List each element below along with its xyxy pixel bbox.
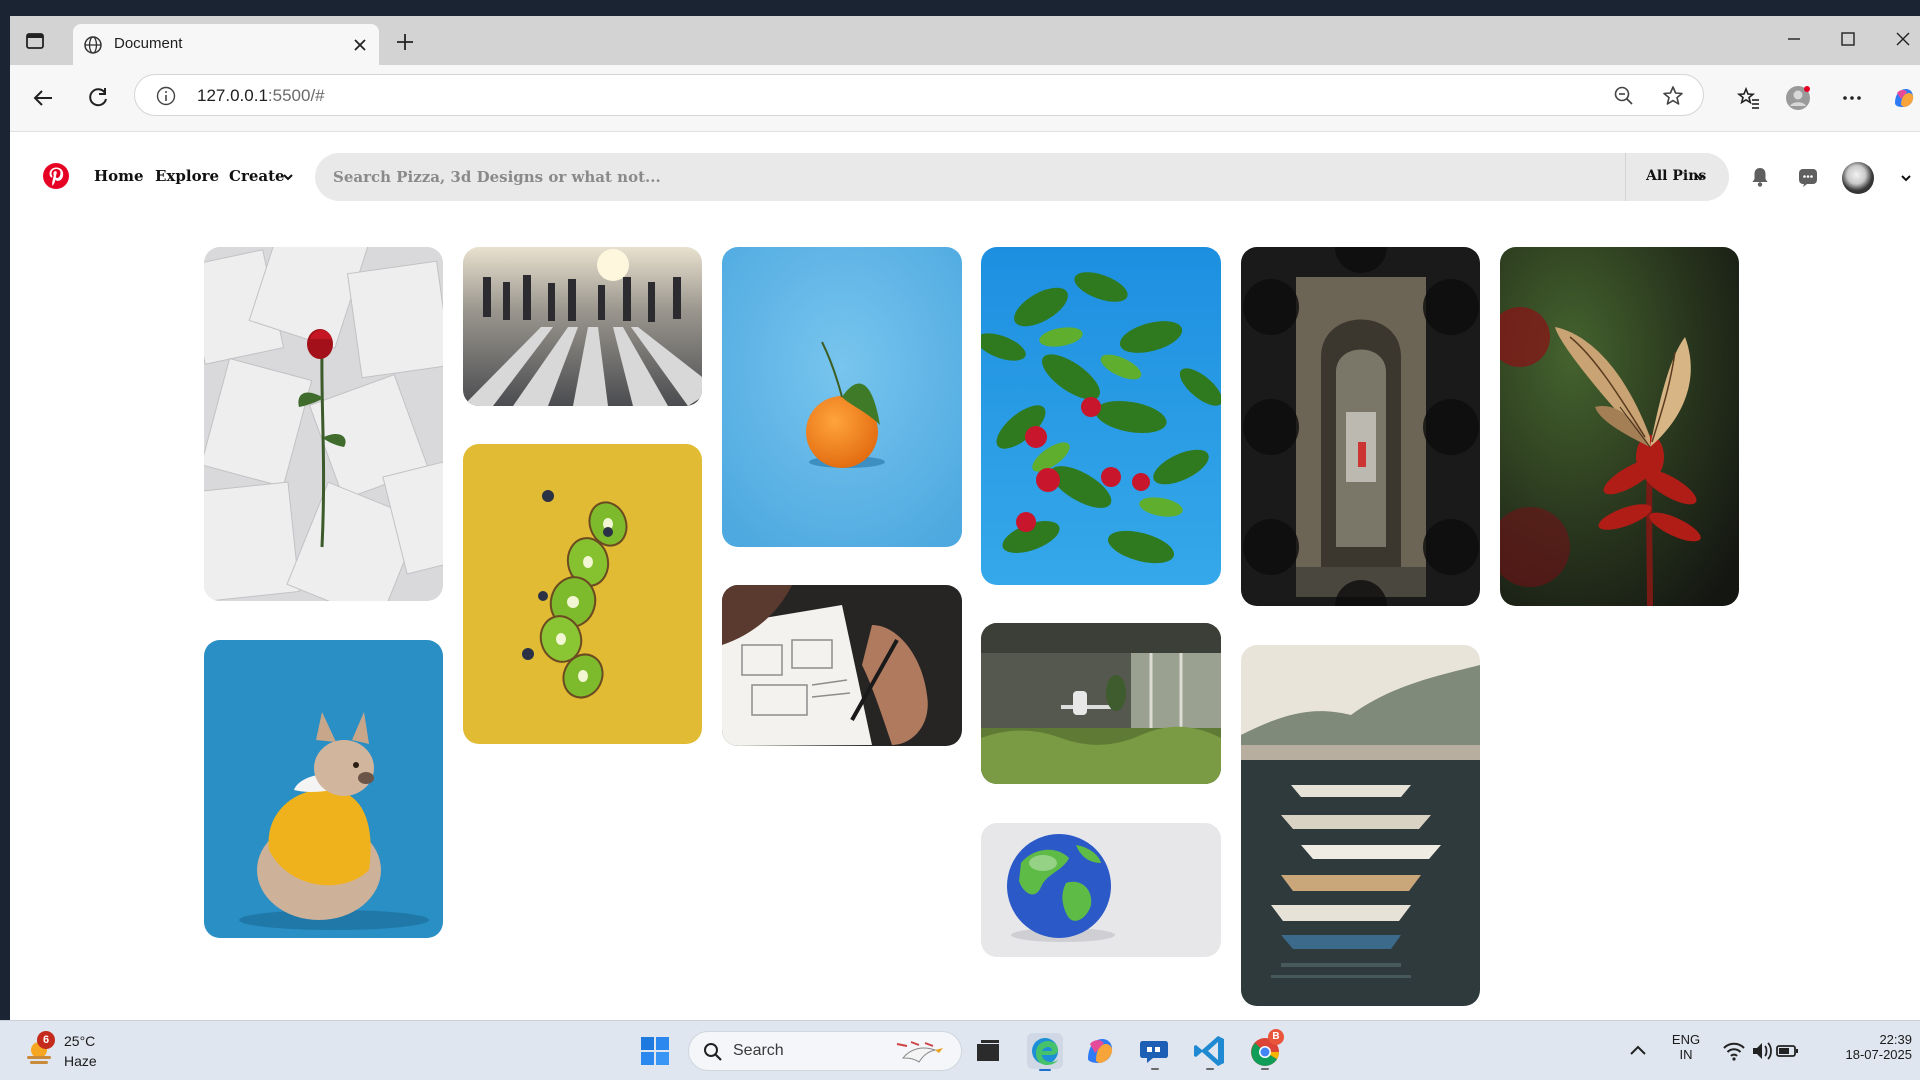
favorites-icon[interactable]: [1736, 85, 1762, 111]
globe-icon: [84, 36, 102, 54]
weather-temperature: 25°C: [64, 1033, 96, 1049]
nav-explore-link[interactable]: Explore: [155, 167, 219, 185]
maximize-icon[interactable]: [1837, 28, 1859, 50]
close-tab-icon[interactable]: [349, 34, 371, 56]
pin-crowd-crossing-street[interactable]: [463, 247, 702, 406]
notifications-bell-icon[interactable]: [1748, 165, 1772, 189]
vscode-icon[interactable]: [1190, 1031, 1230, 1071]
back-arrow-icon[interactable]: [30, 85, 56, 111]
windows-start-icon[interactable]: [635, 1031, 675, 1071]
pin-rose-on-book-pages[interactable]: [204, 247, 443, 601]
zoom-out-icon[interactable]: [1613, 85, 1635, 107]
region-code: IN: [1679, 1047, 1693, 1062]
clock-time: 22:39: [1879, 1032, 1912, 1047]
pin-globe-3d[interactable]: [981, 823, 1221, 957]
copilot-app-icon[interactable]: [1080, 1031, 1120, 1071]
browser-window: Document 127.0.0.1:5500/# Home Explore C…: [10, 16, 1920, 1020]
pin-hand-sketching-wireframe[interactable]: [722, 585, 962, 746]
language-code: ENG: [1671, 1032, 1701, 1047]
refresh-icon[interactable]: [85, 85, 111, 111]
search-bar: All Pins: [315, 153, 1729, 201]
pin-grassy-office-room[interactable]: [981, 623, 1221, 784]
url-text: 127.0.0.1:5500/#: [197, 86, 325, 105]
show-hidden-icons-chevron-up-icon[interactable]: [1618, 1031, 1658, 1071]
pinterest-logo-icon[interactable]: [42, 162, 70, 190]
taskbar-search-label: Search: [733, 1042, 784, 1059]
pin-tangerine-on-blue[interactable]: [722, 247, 962, 547]
favorite-star-icon[interactable]: [1661, 84, 1685, 108]
nav-home-link[interactable]: Home: [94, 167, 144, 185]
nav-create-link[interactable]: Create: [229, 167, 285, 185]
address-bar[interactable]: 127.0.0.1:5500/#: [134, 74, 1704, 116]
page-content: Home Explore Create All Pins: [10, 133, 1920, 1020]
tab-actions-icon[interactable]: [24, 30, 46, 52]
pin-french-bulldog[interactable]: [204, 640, 443, 938]
copilot-icon[interactable]: [1891, 85, 1917, 111]
search-input[interactable]: [333, 153, 1373, 201]
clock-date: 18-07-2025: [1845, 1047, 1913, 1062]
account-chevron-down-icon[interactable]: [1900, 172, 1912, 184]
chevron-down-icon: [1695, 174, 1705, 181]
search-highlight-dove-icon: [896, 1041, 943, 1063]
more-options-icon[interactable]: [1839, 85, 1865, 111]
taskbar-search-box[interactable]: Search: [688, 1031, 962, 1071]
weather-condition: Haze: [64, 1053, 97, 1069]
tab-document[interactable]: Document: [73, 24, 379, 65]
close-window-icon[interactable]: [1892, 28, 1914, 50]
pin-apple-tree[interactable]: [981, 247, 1221, 585]
pin-butterfly-on-flower[interactable]: [1500, 247, 1739, 606]
create-chevron-down-icon[interactable]: [282, 171, 294, 183]
weather-badge: 6: [37, 1031, 55, 1049]
new-tab-icon[interactable]: [394, 31, 416, 53]
chat-app-icon[interactable]: [1135, 1031, 1175, 1071]
edge-browser-icon[interactable]: [1025, 1031, 1065, 1071]
messages-icon[interactable]: [1796, 165, 1820, 189]
input-language[interactable]: ENG IN: [1668, 1032, 1704, 1062]
profile-icon[interactable]: [1785, 85, 1811, 111]
battery-icon[interactable]: [1767, 1031, 1807, 1071]
search-icon: [704, 1043, 722, 1061]
browser-toolbar: 127.0.0.1:5500/#: [10, 65, 1920, 132]
site-header: Home Explore Create All Pins: [10, 133, 1920, 223]
clock[interactable]: 22:39 18-07-2025: [1812, 1032, 1913, 1062]
pin-floating-kiwi-slices[interactable]: [463, 444, 702, 744]
weather-widget[interactable]: 6 25°C Haze: [20, 1029, 140, 1073]
pin-arched-doorway[interactable]: [1241, 247, 1480, 606]
minimize-icon[interactable]: [1783, 28, 1805, 50]
site-info-icon[interactable]: [155, 85, 177, 107]
task-view-icon[interactable]: [968, 1031, 1008, 1071]
user-avatar[interactable]: [1842, 162, 1874, 194]
chrome-profile-badge: B: [1268, 1029, 1284, 1045]
taskbar: 6 25°C Haze Search B ENG IN 22:39 18-07-…: [0, 1020, 1920, 1080]
pin-harbor-boats[interactable]: [1241, 645, 1480, 1006]
all-pins-filter-button[interactable]: All Pins: [1625, 153, 1729, 201]
tab-title: Document: [114, 35, 183, 52]
tab-strip: Document: [10, 16, 1920, 65]
